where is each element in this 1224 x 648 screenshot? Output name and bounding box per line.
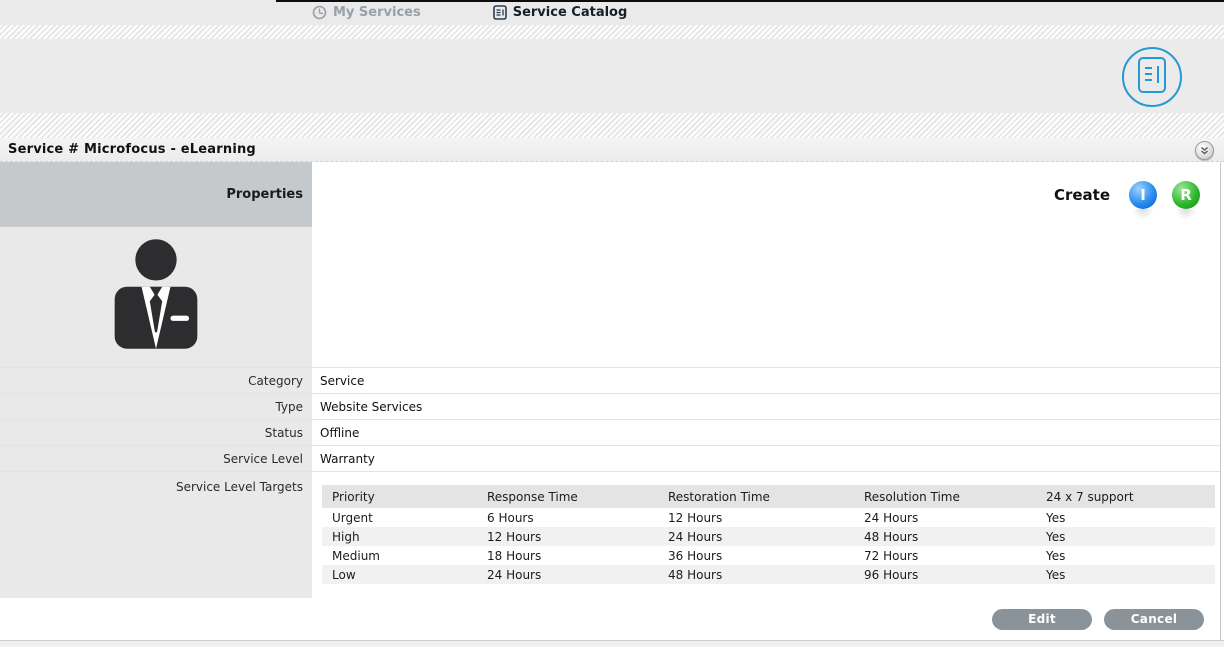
cell: 96 Hours: [854, 565, 1036, 584]
col-priority: Priority: [322, 485, 477, 508]
col-restoration-time: Restoration Time: [658, 485, 854, 508]
field-label: Status: [0, 420, 312, 445]
table-row: Medium 18 Hours 36 Hours 72 Hours Yes: [322, 546, 1215, 565]
col-resolution-time: Resolution Time: [854, 485, 1036, 508]
cell: 24 Hours: [854, 508, 1036, 527]
edit-button[interactable]: Edit: [992, 609, 1092, 630]
cell: 12 Hours: [658, 508, 854, 527]
field-row-category: Category Service: [0, 367, 1220, 393]
service-catalog-circle-button[interactable]: [1122, 47, 1182, 107]
field-value: Offline: [312, 420, 1220, 445]
hatch-band-top: [0, 25, 1224, 39]
service-detail-panel: Properties Create I R: [0, 162, 1221, 640]
cell: Low: [322, 565, 477, 584]
create-label: Create: [1054, 186, 1110, 204]
field-row-type: Type Website Services: [0, 393, 1220, 419]
cell: 24 Hours: [658, 527, 854, 546]
field-value: Service: [312, 368, 1220, 393]
cell: 18 Hours: [477, 546, 658, 565]
tab-label: Service Catalog: [513, 5, 628, 20]
col-24x7-support: 24 x 7 support: [1036, 485, 1215, 508]
service-catalog-document-icon: [1135, 55, 1169, 99]
service-title: Service # Microfocus - eLearning: [0, 142, 256, 157]
service-avatar-cell: [0, 227, 312, 367]
bottom-strip: [0, 640, 1224, 647]
top-tab-bar: My Services Service Catalog: [0, 0, 1224, 25]
create-request-button[interactable]: R: [1172, 181, 1200, 209]
avatar-row-spacer: [312, 227, 1220, 367]
create-incident-button[interactable]: I: [1129, 181, 1157, 209]
tab-my-services[interactable]: My Services: [312, 5, 421, 20]
service-level-targets-table: Priority Response Time Restoration Time …: [322, 485, 1215, 584]
collapse-button[interactable]: [1195, 141, 1214, 160]
col-response-time: Response Time: [477, 485, 658, 508]
field-row-status: Status Offline: [0, 419, 1220, 445]
cell: Yes: [1036, 527, 1215, 546]
service-level-targets-row: Service Level Targets Priority Response …: [0, 471, 1220, 598]
service-header-bar: Service # Microfocus - eLearning: [0, 138, 1224, 162]
service-manager-avatar: [104, 233, 208, 361]
catalog-icon: [493, 5, 507, 20]
cell: 36 Hours: [658, 546, 854, 565]
table-row: Low 24 Hours 48 Hours 96 Hours Yes: [322, 565, 1215, 584]
cell: 48 Hours: [854, 527, 1036, 546]
cell: Urgent: [322, 508, 477, 527]
field-label: Type: [0, 394, 312, 419]
hatch-band-bottom: [0, 113, 1224, 138]
properties-label: Properties: [226, 187, 303, 202]
cell: High: [322, 527, 477, 546]
cell: Yes: [1036, 565, 1215, 584]
incident-i-icon: I: [1140, 186, 1146, 204]
cell: Yes: [1036, 546, 1215, 565]
field-row-service-level: Service Level Warranty: [0, 445, 1220, 471]
cell: 6 Hours: [477, 508, 658, 527]
cell: Yes: [1036, 508, 1215, 527]
field-value: Warranty: [312, 446, 1220, 471]
tab-label: My Services: [333, 5, 421, 20]
table-header-row: Priority Response Time Restoration Time …: [322, 485, 1215, 508]
clock-icon: [312, 5, 327, 20]
field-label: Category: [0, 368, 312, 393]
cell: Medium: [322, 546, 477, 565]
cell: 48 Hours: [658, 565, 854, 584]
footer-actions: Edit Cancel: [0, 598, 1220, 640]
table-row: Urgent 6 Hours 12 Hours 24 Hours Yes: [322, 508, 1215, 527]
tab-service-catalog[interactable]: Service Catalog: [493, 5, 628, 20]
cell: 72 Hours: [854, 546, 1036, 565]
field-label: Service Level: [0, 446, 312, 471]
banner: [0, 39, 1224, 113]
cancel-button[interactable]: Cancel: [1104, 609, 1204, 630]
collapse-double-chevron-icon: [1199, 141, 1210, 160]
request-r-icon: R: [1180, 186, 1192, 204]
cell: 12 Hours: [477, 527, 658, 546]
cell: 24 Hours: [477, 565, 658, 584]
field-value: Website Services: [312, 394, 1220, 419]
targets-label: Service Level Targets: [0, 472, 312, 598]
create-actions: Create I R: [312, 162, 1220, 227]
section-header-properties: Properties: [0, 162, 312, 227]
table-row: High 12 Hours 24 Hours 48 Hours Yes: [322, 527, 1215, 546]
